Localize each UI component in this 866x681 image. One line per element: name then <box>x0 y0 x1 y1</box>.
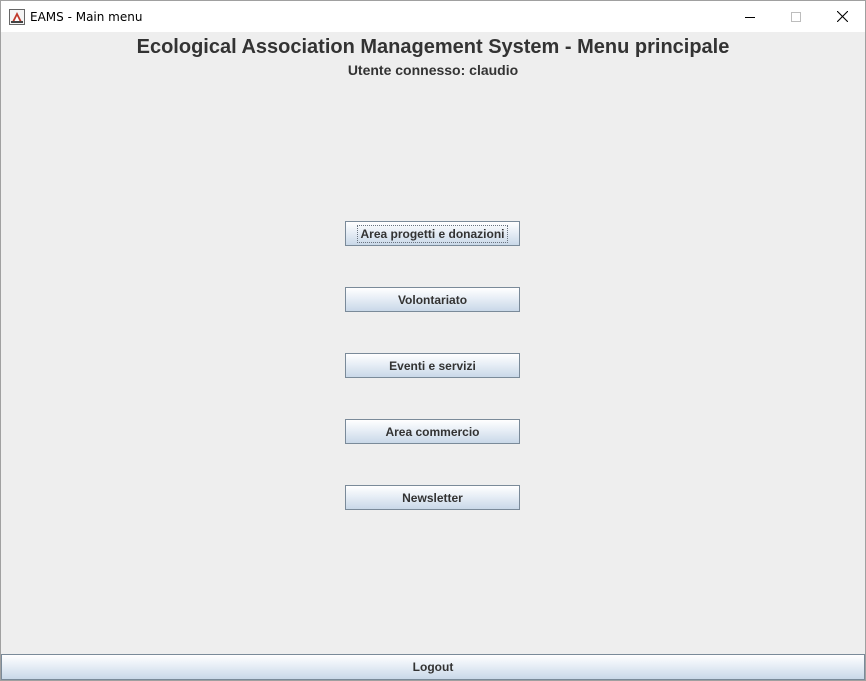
window-title: EAMS - Main menu <box>30 10 143 24</box>
main-window: EAMS - Main menu Ecological Association … <box>0 0 866 681</box>
logged-user-label: Utente connesso: claudio <box>347 62 519 78</box>
maximize-icon <box>791 11 801 22</box>
events-services-label: Eventi e servizi <box>389 358 476 373</box>
events-services-button[interactable]: Eventi e servizi <box>345 353 520 378</box>
logout-label: Logout <box>412 660 454 674</box>
commerce-area-label: Area commercio <box>385 424 480 439</box>
projects-donations-button[interactable]: Area progetti e donazioni <box>345 221 520 246</box>
title-bar[interactable]: EAMS - Main menu <box>1 1 865 32</box>
minimize-button[interactable] <box>727 1 773 32</box>
minimize-icon <box>745 16 755 18</box>
maximize-button[interactable] <box>773 1 819 32</box>
commerce-area-button[interactable]: Area commercio <box>345 419 520 444</box>
projects-donations-label: Area progetti e donazioni <box>357 224 508 243</box>
close-button[interactable] <box>819 1 865 32</box>
volunteering-button[interactable]: Volontariato <box>345 287 520 312</box>
logout-button[interactable]: Logout <box>1 654 865 680</box>
volunteering-label: Volontariato <box>397 292 468 307</box>
java-app-icon <box>9 9 25 25</box>
close-icon <box>836 11 848 22</box>
newsletter-label: Newsletter <box>402 490 463 505</box>
page-title: Ecological Association Management System… <box>136 36 730 58</box>
newsletter-button[interactable]: Newsletter <box>345 485 520 510</box>
